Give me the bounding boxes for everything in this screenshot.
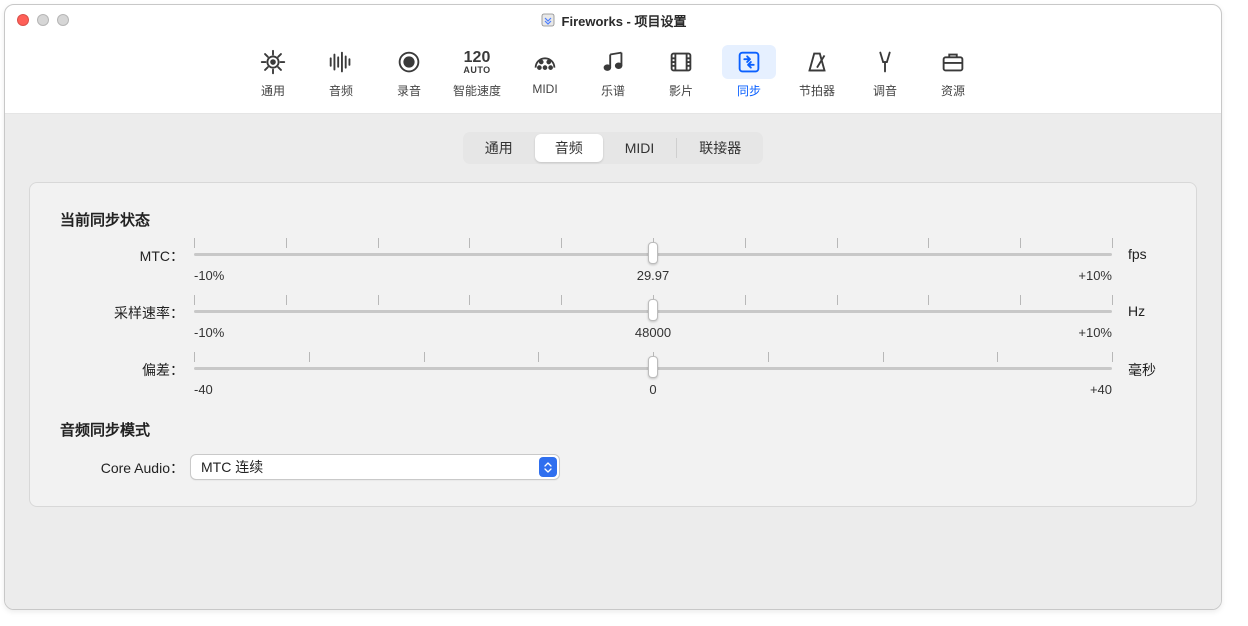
updown-arrows-icon bbox=[539, 457, 557, 477]
toolbar-item-general[interactable]: 通用 bbox=[246, 41, 300, 103]
core-audio-value: MTC 连续 bbox=[201, 457, 263, 477]
toolbar-item-score[interactable]: 乐谱 bbox=[586, 41, 640, 103]
toolbar-label: 录音 bbox=[397, 82, 421, 99]
toolbar-item-midi[interactable]: MIDI bbox=[518, 41, 572, 103]
toolbar-label: 资源 bbox=[941, 82, 965, 99]
minimize-window-button[interactable] bbox=[37, 14, 49, 26]
tuning-fork-icon bbox=[858, 45, 912, 79]
toolbar-item-metronome[interactable]: 节拍器 bbox=[790, 41, 844, 103]
offset-value: 0 bbox=[649, 382, 656, 397]
sync-icon bbox=[722, 45, 776, 79]
sample-rate-max: +10% bbox=[1078, 325, 1112, 340]
mtc-max: +10% bbox=[1078, 268, 1112, 283]
toolbar-label: 调音 bbox=[873, 82, 897, 99]
toolbar-item-tuning[interactable]: 调音 bbox=[858, 41, 912, 103]
toolbar-item-sync[interactable]: 同步 bbox=[722, 41, 776, 103]
toolbar-label: 同步 bbox=[737, 82, 761, 99]
toolbar-item-recording[interactable]: 录音 bbox=[382, 41, 436, 103]
audio-sync-mode-heading: 音频同步模式 bbox=[60, 419, 1166, 440]
traffic-lights bbox=[17, 14, 69, 26]
midi-icon bbox=[518, 45, 572, 79]
titlebar: Fireworks - 项目设置 bbox=[5, 5, 1221, 35]
window-title: Fireworks - 项目设置 bbox=[562, 11, 687, 30]
sample-rate-min: -10% bbox=[194, 325, 224, 340]
seg-midi[interactable]: MIDI bbox=[605, 134, 675, 162]
offset-min: -40 bbox=[194, 382, 213, 397]
mtc-slider[interactable] bbox=[194, 244, 1112, 264]
toolbar: 通用 音频 录音 120 AUTO 智能速度 MIDI bbox=[5, 35, 1221, 114]
toolbar-label: 节拍器 bbox=[799, 82, 835, 99]
toolbar-item-movie[interactable]: 影片 bbox=[654, 41, 708, 103]
toolbar-label: 通用 bbox=[261, 82, 285, 99]
mtc-unit: fps bbox=[1116, 244, 1166, 262]
app-document-icon bbox=[540, 12, 556, 28]
sample-rate-unit: Hz bbox=[1116, 301, 1166, 319]
mtc-min: -10% bbox=[194, 268, 224, 283]
smart-tempo-icon: 120 AUTO bbox=[450, 45, 504, 79]
mtc-row: MTC： -10% 29.97 +10% fp bbox=[60, 244, 1166, 283]
sample-rate-row: 采样速率： -10% 48000 +10% H bbox=[60, 301, 1166, 340]
offset-row: 偏差： -40 0 +40 毫秒 bbox=[60, 358, 1166, 397]
offset-slider-thumb[interactable] bbox=[648, 356, 658, 378]
gear-icon bbox=[246, 45, 300, 79]
offset-label: 偏差： bbox=[60, 358, 190, 380]
offset-slider[interactable] bbox=[194, 358, 1112, 378]
waveform-icon bbox=[314, 45, 368, 79]
mtc-slider-thumb[interactable] bbox=[648, 242, 658, 264]
sync-status-heading: 当前同步状态 bbox=[60, 209, 1166, 230]
toolbar-label: 智能速度 bbox=[453, 82, 501, 99]
metronome-icon bbox=[790, 45, 844, 79]
core-audio-popup[interactable]: MTC 连续 bbox=[190, 454, 560, 480]
sample-rate-value: 48000 bbox=[635, 325, 671, 340]
core-audio-label: Core Audio： bbox=[60, 456, 190, 478]
seg-general[interactable]: 通用 bbox=[465, 134, 533, 162]
offset-unit: 毫秒 bbox=[1116, 358, 1166, 380]
close-window-button[interactable] bbox=[17, 14, 29, 26]
toolbar-item-assets[interactable]: 资源 bbox=[926, 41, 980, 103]
segmented-control: 通用 音频 MIDI 联接器 bbox=[463, 132, 764, 164]
briefcase-icon bbox=[926, 45, 980, 79]
toolbar-label: 乐谱 bbox=[601, 82, 625, 99]
toolbar-label: MIDI bbox=[532, 82, 557, 96]
settings-window: Fireworks - 项目设置 通用 音频 录音 120 AUTO bbox=[4, 4, 1222, 610]
toolbar-label: 影片 bbox=[669, 82, 693, 99]
music-notes-icon bbox=[586, 45, 640, 79]
mtc-value: 29.97 bbox=[637, 268, 670, 283]
toolbar-label: 音频 bbox=[329, 82, 353, 99]
zoom-window-button[interactable] bbox=[57, 14, 69, 26]
offset-max: +40 bbox=[1090, 382, 1112, 397]
core-audio-row: Core Audio： MTC 连续 bbox=[60, 454, 1166, 480]
toolbar-item-smart-tempo[interactable]: 120 AUTO 智能速度 bbox=[450, 41, 504, 103]
toolbar-item-audio[interactable]: 音频 bbox=[314, 41, 368, 103]
seg-audio[interactable]: 音频 bbox=[535, 134, 603, 162]
settings-panel: 当前同步状态 MTC： -10% 29.97 +10% bbox=[29, 182, 1197, 507]
mtc-label: MTC： bbox=[60, 244, 190, 266]
sample-rate-label: 采样速率： bbox=[60, 301, 190, 323]
sample-rate-slider[interactable] bbox=[194, 301, 1112, 321]
film-icon bbox=[654, 45, 708, 79]
sample-rate-slider-thumb[interactable] bbox=[648, 299, 658, 321]
seg-unitor[interactable]: 联接器 bbox=[679, 134, 761, 162]
content-area: 通用 音频 MIDI 联接器 当前同步状态 MTC： bbox=[5, 114, 1221, 609]
record-icon bbox=[382, 45, 436, 79]
